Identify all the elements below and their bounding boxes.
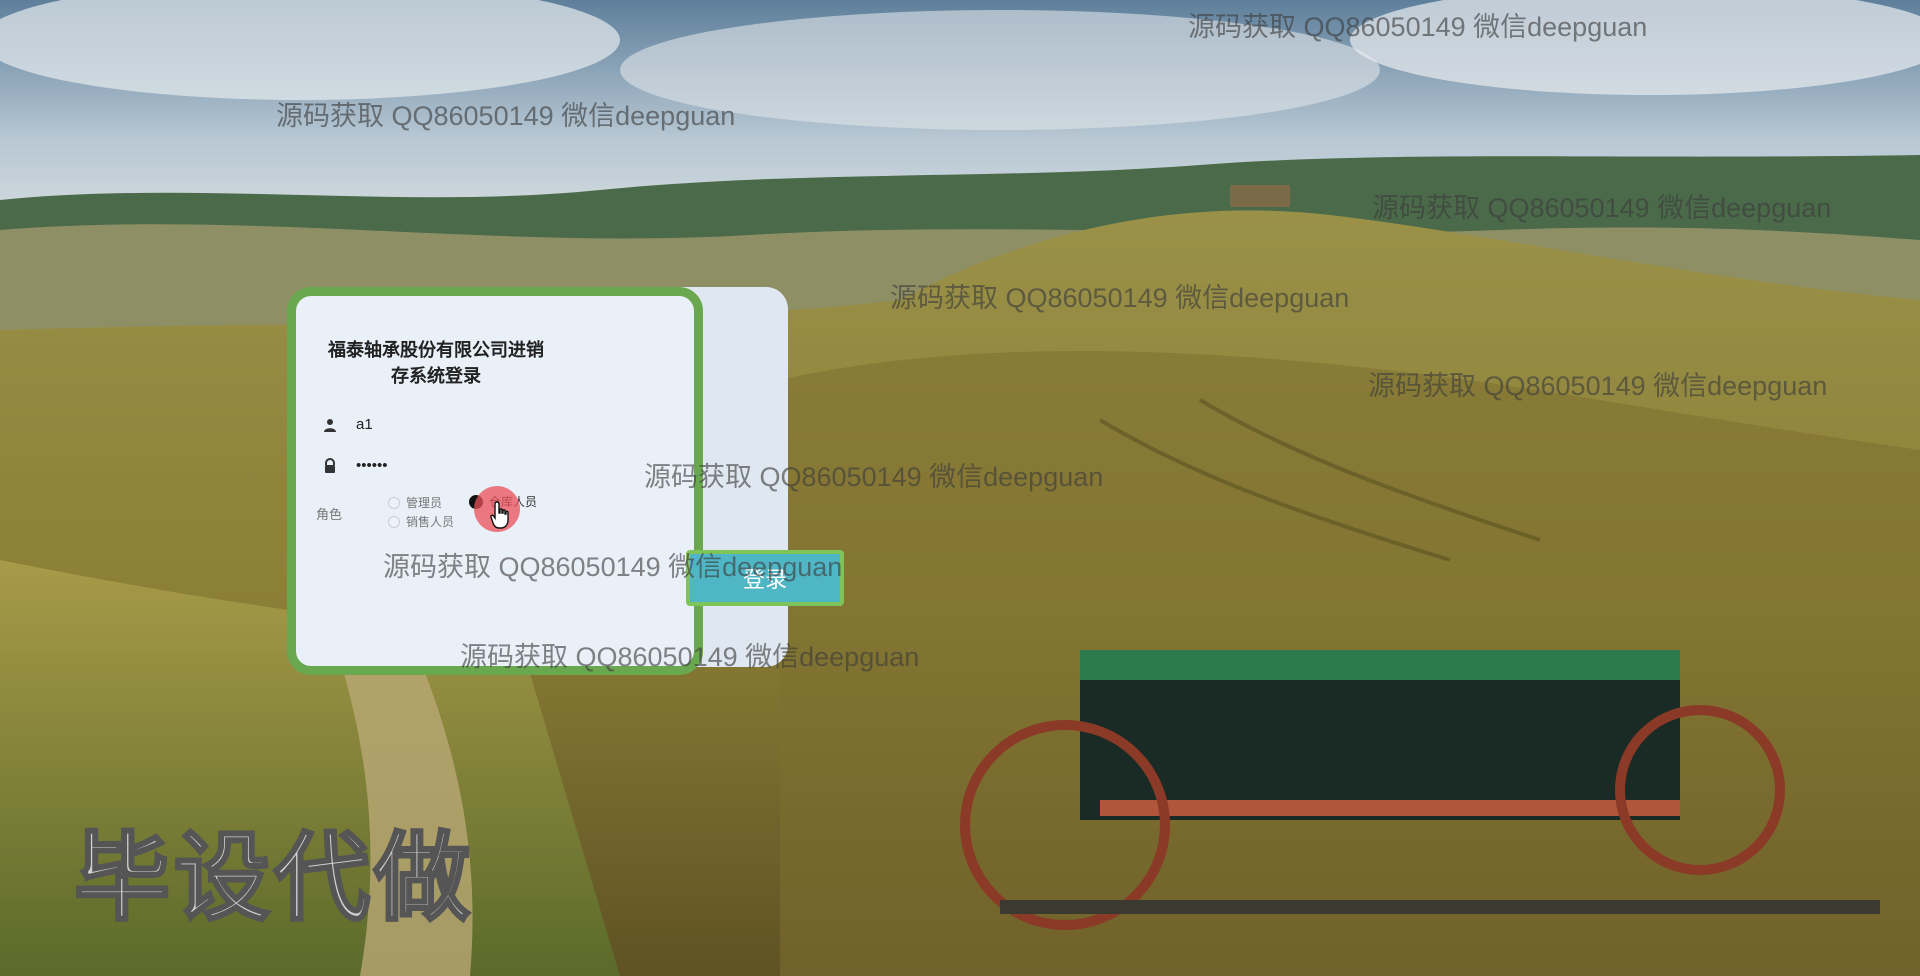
role-radio-sales[interactable]: 销售人员 xyxy=(388,513,454,530)
login-button[interactable]: 登录 xyxy=(686,550,844,606)
role-radio-admin[interactable]: 管理员 xyxy=(388,494,442,511)
hand-pointer-icon xyxy=(490,501,509,529)
lock-icon xyxy=(322,457,338,474)
password-input[interactable]: •••••• xyxy=(356,457,556,474)
title-line-1: 福泰轴承股份有限公司进销 xyxy=(328,340,544,360)
role-radio-label: 销售人员 xyxy=(406,515,455,529)
background-scene: 福泰轴承股份有限公司进销 存系统登录 •••••• 角色 管理员 仓库人员 xyxy=(0,0,1920,976)
overlay-ad-text: 毕设代做 xyxy=(73,824,474,934)
login-panel: 福泰轴承股份有限公司进销 存系统登录 •••••• 角色 管理员 仓库人员 xyxy=(287,287,703,675)
user-icon xyxy=(322,417,338,433)
username-row xyxy=(322,416,556,433)
username-input[interactable] xyxy=(356,416,556,433)
role-label: 角色 xyxy=(316,507,343,522)
role-radio-label: 管理员 xyxy=(406,496,443,510)
password-row: •••••• xyxy=(322,457,556,474)
title-line-2: 存系统登录 xyxy=(391,366,481,386)
page-title: 福泰轴承股份有限公司进销 存系统登录 xyxy=(326,337,546,389)
radio-indicator[interactable] xyxy=(388,515,400,528)
radio-indicator[interactable] xyxy=(388,496,400,509)
